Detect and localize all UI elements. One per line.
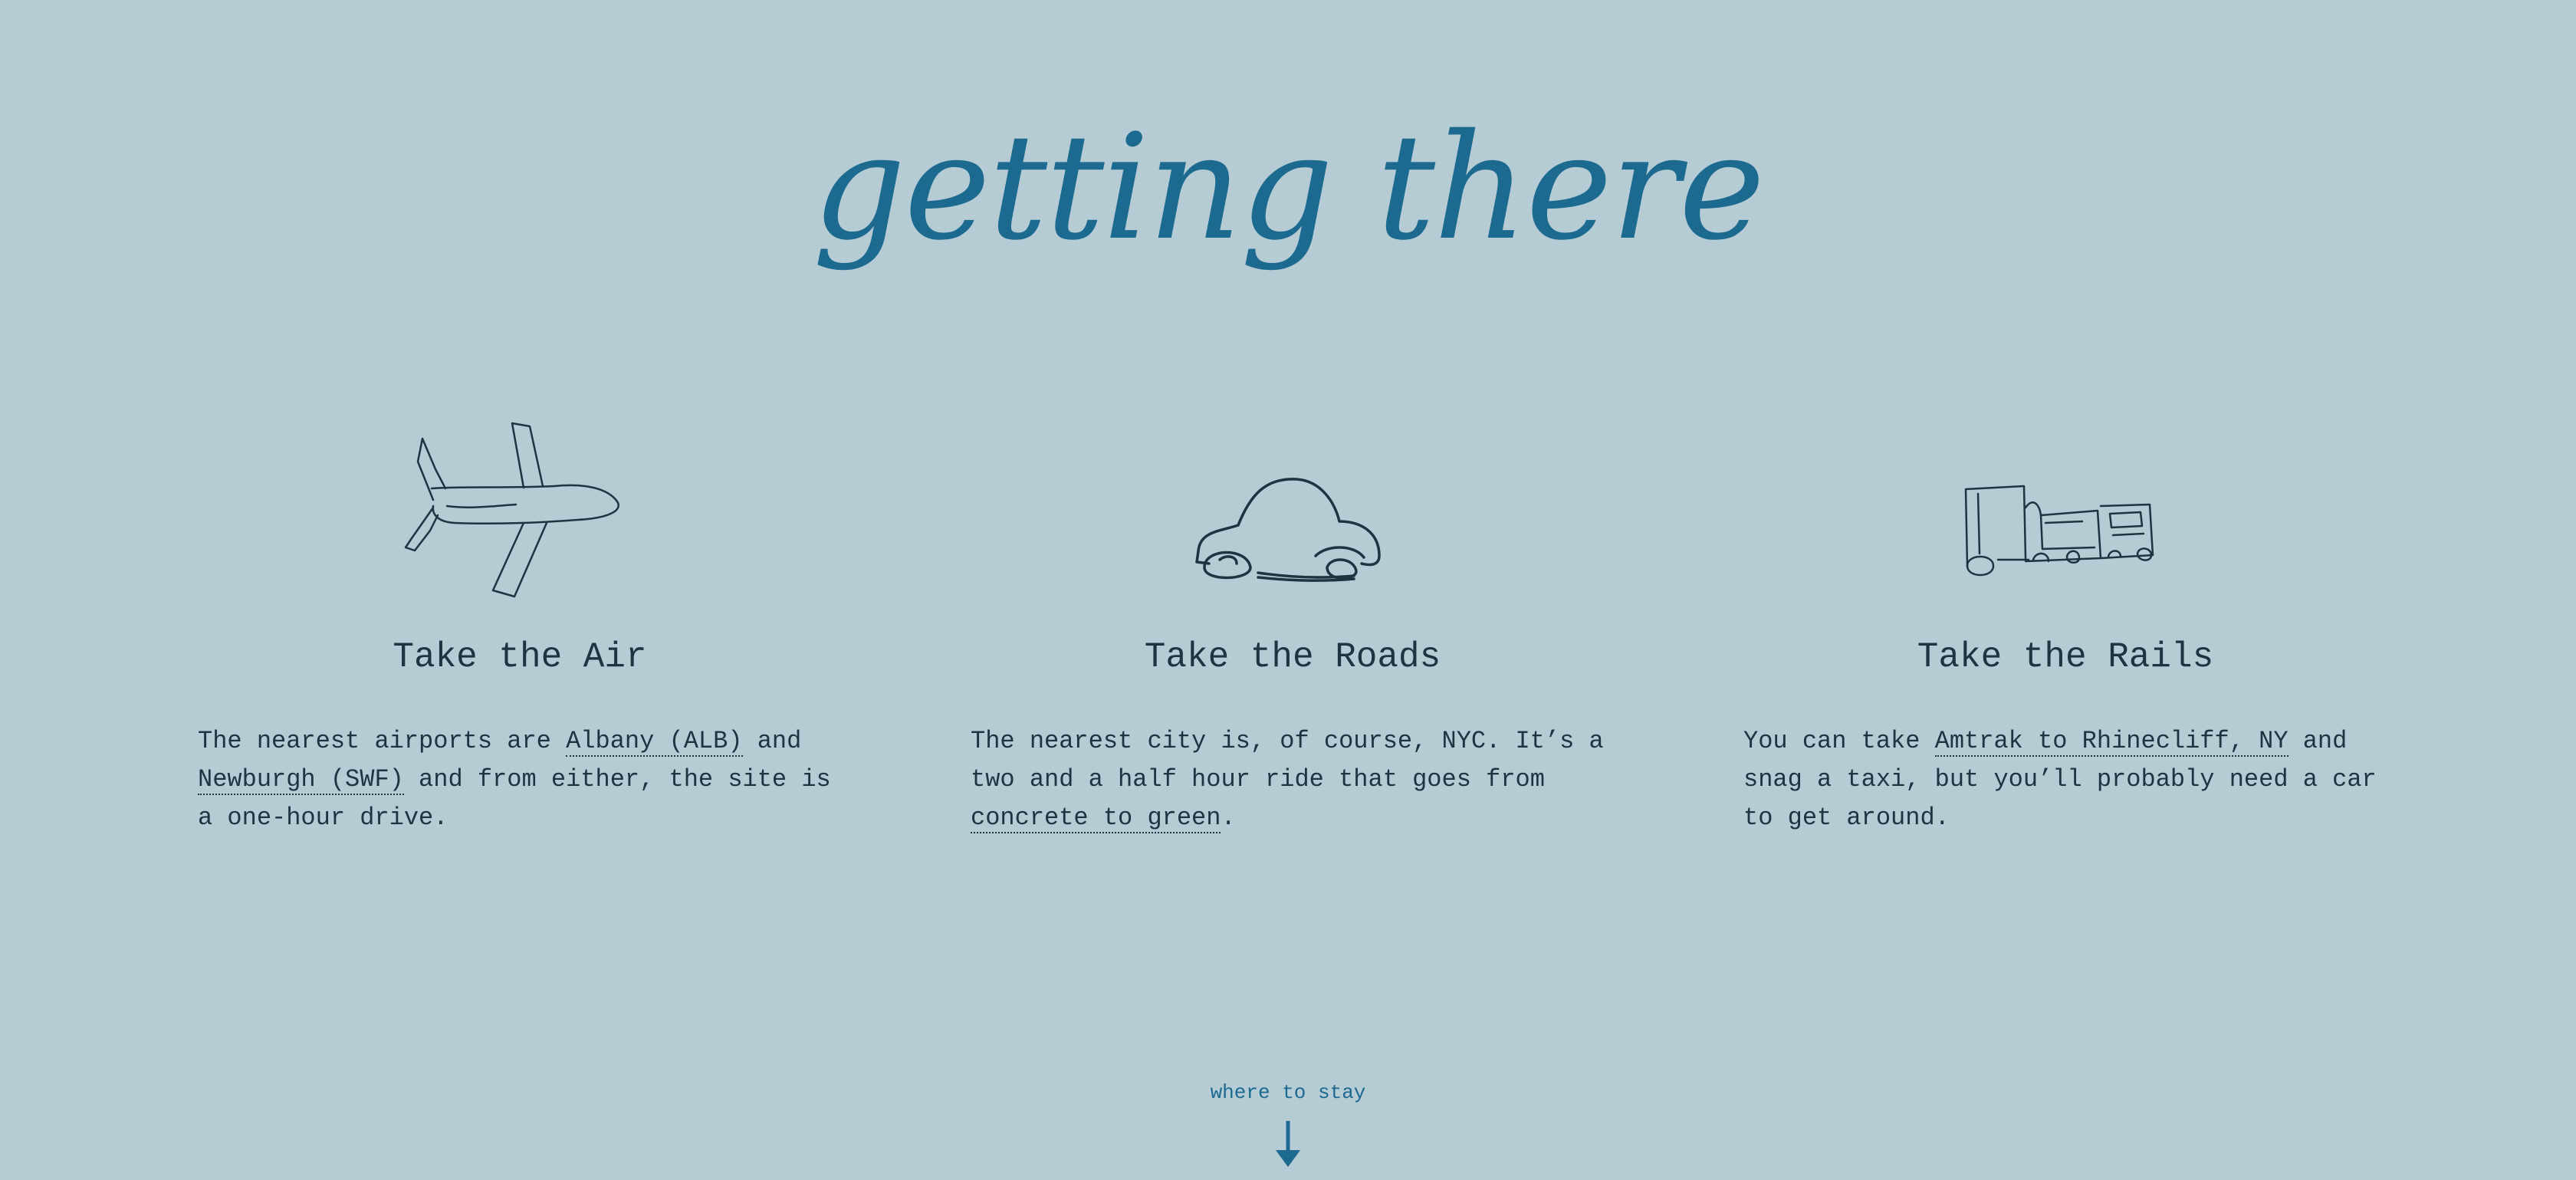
link-amtrak-rhinecliff[interactable]: Amtrak to Rhinecliff, NY (1934, 727, 2288, 757)
text-roads: The nearest city is, of course, NYC. It’… (971, 722, 1615, 837)
heading-air: Take the Air (393, 637, 647, 677)
text-rails: You can take Amtrak to Rhinecliff, NY an… (1743, 722, 2387, 837)
arrow-down-icon[interactable] (1273, 1121, 1303, 1168)
text-rails-part-1: You can take (1743, 727, 1935, 755)
heading-roads: Take the Roads (1144, 637, 1441, 677)
link-albany[interactable]: Albany (ALB) (566, 727, 743, 757)
text-air-part-2: and (742, 727, 802, 755)
link-concrete-to-green[interactable]: concrete to green (971, 804, 1221, 833)
text-roads-part-1: The nearest city is, of course, NYC. It’… (971, 727, 1604, 794)
text-roads-part-2: . (1221, 804, 1236, 832)
text-air-part-1: The nearest airports are (198, 727, 567, 755)
train-sketch-icon (1964, 485, 2154, 577)
car-sketch-icon (1195, 478, 1381, 582)
text-air: The nearest airports are Albany (ALB) an… (198, 722, 842, 837)
link-newburgh[interactable]: Newburgh (SWF) (198, 765, 404, 795)
page-title: getting there (812, 103, 1765, 272)
heading-rails: Take the Rails (1917, 637, 2214, 677)
airplane-sketch-icon (404, 422, 619, 598)
where-to-stay-link[interactable]: where to stay (1135, 1083, 1441, 1103)
